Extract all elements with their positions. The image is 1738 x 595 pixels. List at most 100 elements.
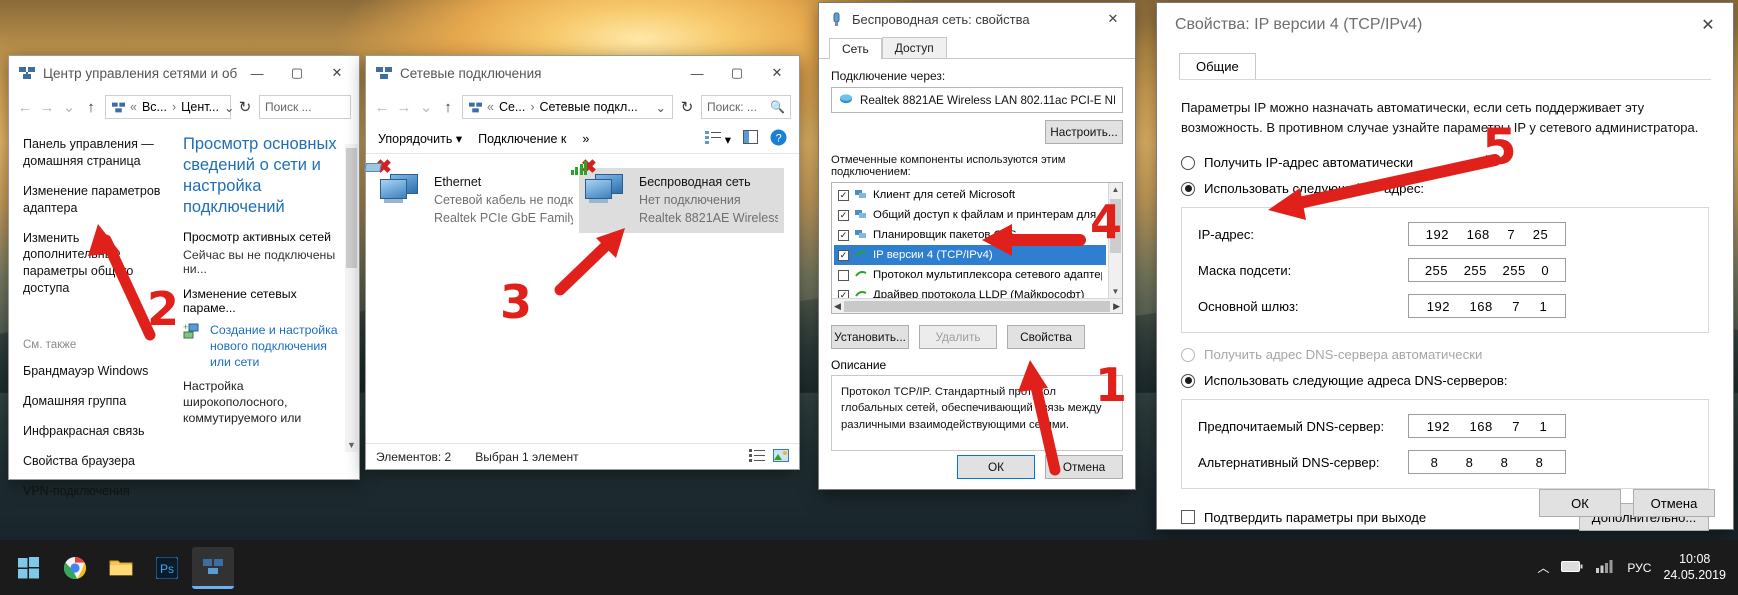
breadcrumb-part-1[interactable]: Вс... xyxy=(142,100,167,114)
system-tray[interactable]: ︿ РУС 10:08 24.05.2019 xyxy=(1537,552,1738,583)
win3-ok-button[interactable]: ОК xyxy=(957,455,1035,479)
win1-maximize-button[interactable]: ▢ xyxy=(277,57,317,89)
control-panel-home-link[interactable]: Панель управления — домашняя страница xyxy=(23,136,167,170)
forward-icon[interactable]: → xyxy=(396,99,412,116)
alternate-dns-input[interactable]: 8 8 8 8 xyxy=(1408,450,1566,474)
more-commands-button[interactable]: » xyxy=(582,132,589,146)
help-icon[interactable]: ? xyxy=(770,129,787,149)
taskbar[interactable]: Ps ︿ РУС 10:08 24.05.2019 xyxy=(0,540,1738,595)
clock[interactable]: 10:08 24.05.2019 xyxy=(1663,552,1726,583)
new-connection-row[interactable]: + Создание и настройка нового подключени… xyxy=(183,322,345,371)
component-row[interactable]: ✓ Клиент для сетей Microsoft xyxy=(834,185,1106,205)
auto-ip-radio[interactable]: Получить IP-адрес автоматически xyxy=(1181,155,1709,170)
wireless-connection-item[interactable]: ✖ Беспроводная сеть Нет подключения Real… xyxy=(570,158,784,234)
windows-start-icon[interactable] xyxy=(8,547,50,589)
win1-minimize-button[interactable]: — xyxy=(237,57,277,89)
up-icon[interactable]: ↑ xyxy=(83,99,99,116)
file-explorer-icon[interactable] xyxy=(100,547,142,589)
checkbox-checked-icon[interactable]: ✓ xyxy=(838,189,849,201)
chrome-icon[interactable] xyxy=(54,547,96,589)
win1-scroll-thumb[interactable] xyxy=(346,148,357,268)
win1-breadcrumb[interactable]: « Вс... › Цент... ⌄ xyxy=(105,95,235,119)
back-icon[interactable]: ← xyxy=(17,99,33,116)
breadcrumb-part-1[interactable]: Се... xyxy=(499,100,525,114)
chevron-down-icon[interactable]: ⌄ xyxy=(656,100,666,115)
hscroll-thumb[interactable] xyxy=(843,300,1111,312)
default-gateway-input[interactable]: 192 168 7 1 xyxy=(1408,294,1566,318)
components-listbox[interactable]: ✓ Клиент для сетей Microsoft ✓ Общий дос… xyxy=(831,182,1123,314)
forward-icon[interactable]: → xyxy=(39,99,55,116)
subnet-mask-input[interactable]: 255 255 255 0 xyxy=(1408,258,1566,282)
network-tray-icon[interactable] xyxy=(1595,559,1615,577)
see-also-firewall-link[interactable]: Брандмауэр Windows xyxy=(23,363,167,380)
preferred-dns-input[interactable]: 192 168 7 1 xyxy=(1408,414,1566,438)
scroll-down-icon[interactable]: ▼ xyxy=(345,440,358,450)
win1-vertical-scrollbar[interactable]: ▲ ▼ xyxy=(345,144,358,452)
radio-icon[interactable] xyxy=(1181,155,1195,170)
see-also-vpn-link[interactable]: VPN-подключения xyxy=(23,483,167,500)
auto-dns-radio[interactable]: Получить адрес DNS-сервера автоматически xyxy=(1181,347,1709,362)
large-icons-view-icon[interactable] xyxy=(773,448,789,465)
win2-titlebar[interactable]: Сетевые подключения — ▢ ✕ xyxy=(366,56,799,90)
win1-search-input[interactable]: Поиск ... xyxy=(259,95,351,119)
recent-locations-icon[interactable]: ⌄ xyxy=(61,98,77,116)
win4-close-button[interactable]: ✕ xyxy=(1685,4,1731,46)
win3-titlebar[interactable]: Беспроводная сеть: свойства ✕ xyxy=(819,3,1135,35)
win2-close-button[interactable]: ✕ xyxy=(757,57,797,89)
win2-maximize-button[interactable]: ▢ xyxy=(717,57,757,89)
checkbox-checked-icon[interactable]: ✓ xyxy=(838,209,849,221)
see-also-homegroup-link[interactable]: Домашняя группа xyxy=(23,393,167,410)
ethernet-connection-item[interactable]: ✖ Ethernet Сетевой кабель не подк... Rea… xyxy=(364,158,579,233)
win3-tabs[interactable]: Сеть Доступ xyxy=(819,35,1135,59)
properties-button[interactable]: Свойства xyxy=(1007,325,1085,349)
component-row[interactable]: ✓ Общий доступ к файлам и принтерам для … xyxy=(834,205,1106,225)
radio-selected-icon[interactable] xyxy=(1181,181,1195,196)
use-following-ip-radio[interactable]: Использовать следующий IP-адрес: xyxy=(1181,181,1709,196)
chevron-up-icon[interactable]: ︿ xyxy=(1537,559,1549,576)
scroll-left-icon[interactable]: ◀ xyxy=(834,301,841,312)
up-icon[interactable]: ↑ xyxy=(440,99,456,116)
install-button[interactable]: Установить... xyxy=(831,325,909,349)
change-adapter-settings-link[interactable]: Изменение параметров адаптера xyxy=(23,183,167,217)
scroll-up-icon[interactable]: ▲ xyxy=(1109,185,1122,194)
battery-icon[interactable] xyxy=(1561,560,1583,576)
recent-locations-icon[interactable]: ⌄ xyxy=(418,98,434,116)
ip-address-input[interactable]: 192 168 7 25 xyxy=(1408,222,1566,246)
win1-close-button[interactable]: ✕ xyxy=(317,57,357,89)
win4-titlebar[interactable]: Свойства: IP версии 4 (TCP/IPv4) ✕ xyxy=(1157,3,1733,47)
win1-navigation-bar[interactable]: ← → ⌄ ↑ « Вс... › Цент... ⌄ ↻ Поиск ... xyxy=(9,90,359,124)
window-wireless-properties[interactable]: Беспроводная сеть: свойства ✕ Сеть Досту… xyxy=(818,2,1136,490)
checkbox-unchecked-icon[interactable] xyxy=(838,269,849,281)
use-following-dns-radio[interactable]: Использовать следующие адреса DNS-сервер… xyxy=(1181,373,1709,388)
refresh-icon[interactable]: ↻ xyxy=(679,98,695,116)
preview-pane-icon[interactable] xyxy=(743,130,758,147)
back-icon[interactable]: ← xyxy=(374,99,390,116)
win4-cancel-button[interactable]: Отмена xyxy=(1633,489,1715,517)
window-ipv4-properties[interactable]: Свойства: IP версии 4 (TCP/IPv4) ✕ Общие… xyxy=(1156,2,1734,531)
checkbox-checked-icon[interactable]: ✓ xyxy=(838,249,849,261)
scroll-right-icon[interactable]: ▶ xyxy=(1113,301,1120,312)
refresh-icon[interactable]: ↻ xyxy=(237,98,253,116)
network-center-taskbar-icon[interactable] xyxy=(192,546,234,589)
chevron-down-icon[interactable]: ⌄ xyxy=(224,100,234,115)
tab-sharing[interactable]: Доступ xyxy=(881,37,947,58)
tab-general[interactable]: Общие xyxy=(1179,53,1256,79)
details-view-icon[interactable] xyxy=(749,448,765,465)
win3-close-button[interactable]: ✕ xyxy=(1093,3,1133,35)
breadcrumb-part-2[interactable]: Цент... xyxy=(181,100,219,114)
see-also-infrared-link[interactable]: Инфракрасная связь xyxy=(23,423,167,440)
ipv4-component-row[interactable]: ✓ IP версии 4 (TCP/IPv4) xyxy=(834,245,1106,265)
checkbox-checked-icon[interactable]: ✓ xyxy=(838,229,849,241)
validate-settings-checkbox[interactable] xyxy=(1181,510,1195,524)
window-network-sharing-center[interactable]: Центр управления сетями и об... — ▢ ✕ ← … xyxy=(8,55,360,498)
win2-search-input[interactable]: Поиск: ... 🔍 xyxy=(701,95,791,119)
win2-navigation-bar[interactable]: ← → ⌄ ↑ « Се... › Сетевые подкл... ⌄ ↻ П… xyxy=(366,90,799,124)
tab-network[interactable]: Сеть xyxy=(829,38,882,59)
radio-selected-icon[interactable] xyxy=(1181,373,1195,388)
win2-breadcrumb[interactable]: « Се... › Сетевые подкл... ⌄ xyxy=(462,95,673,119)
see-also-browser-props-link[interactable]: Свойства браузера xyxy=(23,453,167,470)
language-indicator[interactable]: РУС xyxy=(1627,561,1651,575)
radio-icon[interactable] xyxy=(1181,347,1195,362)
new-connection-link[interactable]: Создание и настройка нового подключения … xyxy=(210,323,345,371)
component-row[interactable]: Протокол мультиплексора сетевого адаптер… xyxy=(834,265,1106,285)
